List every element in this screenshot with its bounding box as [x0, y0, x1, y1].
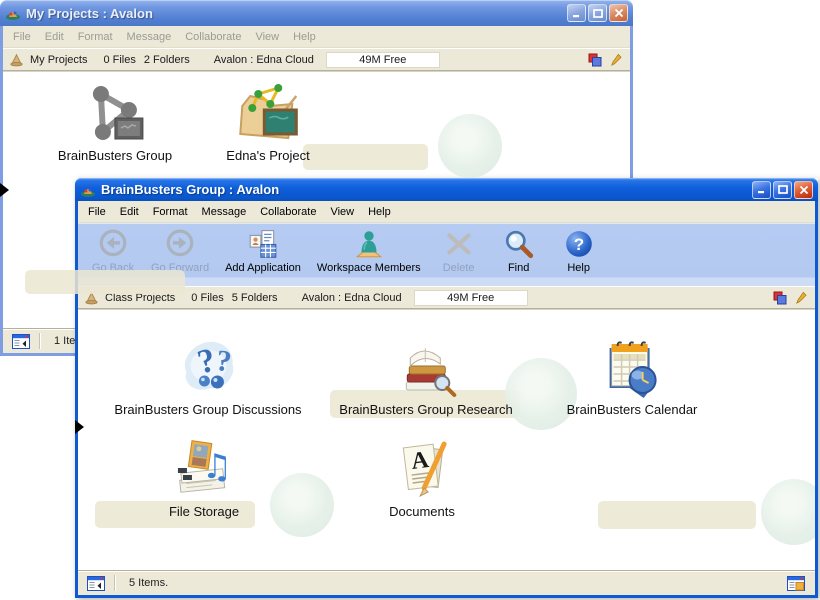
- pencil-edit-icon[interactable]: [794, 291, 807, 305]
- watermark-circle: [438, 114, 502, 178]
- svg-text:?: ?: [573, 235, 583, 254]
- item-label: BrainBusters Group: [58, 148, 172, 163]
- statusbar-brainbusters: 5 Items.: [78, 570, 815, 595]
- folder-count: 5 Folders: [232, 292, 278, 304]
- go-back-icon: [96, 229, 130, 261]
- close-button[interactable]: [609, 4, 628, 22]
- go-forward-icon: [163, 229, 197, 261]
- help-button[interactable]: ? Help: [552, 228, 606, 275]
- go-back-button[interactable]: Go Back: [86, 228, 140, 275]
- free-space-box: 49M Free: [326, 52, 440, 68]
- item-label: Edna's Project: [226, 148, 309, 163]
- menu-edit[interactable]: Edit: [38, 28, 71, 46]
- menubar: File Edit Format Message Collaborate Vie…: [3, 26, 630, 48]
- menu-message[interactable]: Message: [120, 28, 179, 46]
- window-brainbusters-group: BrainBusters Group : Avalon File Edit Fo…: [75, 178, 818, 598]
- watermark-rect: [25, 270, 185, 294]
- watermark-rect: [303, 144, 428, 170]
- folder-item-documents[interactable]: A Documents: [389, 438, 455, 519]
- app-icon: [5, 5, 21, 21]
- folder-item-file-storage[interactable]: ♫ File Storage: [169, 438, 239, 519]
- sidebar-toggle-icon[interactable]: [12, 334, 30, 349]
- folder-count: 2 Folders: [144, 54, 190, 66]
- maximize-button[interactable]: [588, 4, 607, 22]
- menu-format[interactable]: Format: [71, 28, 120, 46]
- calendar-icon: [600, 336, 664, 400]
- menu-view[interactable]: View: [248, 28, 286, 46]
- add-application-button[interactable]: Add Application: [220, 228, 306, 275]
- minimize-button[interactable]: [752, 181, 771, 199]
- menu-view[interactable]: View: [323, 203, 361, 221]
- folder-item-research[interactable]: BrainBusters Group Research: [339, 336, 512, 417]
- svg-text:♫: ♫: [202, 447, 232, 487]
- desktop: My Projects : Avalon File Edit Format Me…: [0, 0, 820, 600]
- menu-file[interactable]: File: [81, 203, 113, 221]
- file-storage-icon: ♫: [172, 438, 236, 502]
- location-bar: My Projects 0 Files 2 Folders Avalon : E…: [3, 48, 630, 71]
- watermark-rect: [598, 501, 756, 529]
- menubar: File Edit Format Message Collaborate Vie…: [78, 201, 815, 223]
- file-count: 0 Files: [103, 54, 135, 66]
- menu-help[interactable]: Help: [361, 203, 398, 221]
- cloud-name: Avalon : Edna Cloud: [302, 292, 402, 304]
- workspace-members-icon: [352, 229, 386, 261]
- go-forward-button[interactable]: Go Forward: [146, 228, 214, 275]
- cloud-name: Avalon : Edna Cloud: [214, 54, 314, 66]
- discussions-icon: ? ?: [176, 336, 240, 400]
- toolbar: Go Back Go Forward: [78, 223, 815, 286]
- app-icon: [80, 182, 96, 198]
- delete-icon: [442, 229, 476, 261]
- find-icon: [502, 229, 536, 261]
- close-button[interactable]: [794, 181, 813, 199]
- help-icon: ?: [562, 229, 596, 261]
- file-count: 0 Files: [191, 292, 223, 304]
- documents-icon: A: [390, 438, 454, 502]
- item-label: Documents: [389, 504, 455, 519]
- folder-view-class-projects: ? ? BrainBusters Group Discussions: [78, 309, 815, 570]
- details-panel-icon[interactable]: [787, 576, 805, 591]
- research-icon: [394, 336, 458, 400]
- copy-icon[interactable]: [588, 53, 602, 67]
- workspace-members-button[interactable]: Workspace Members: [312, 228, 426, 275]
- add-application-icon: [246, 229, 280, 261]
- item-label: BrainBusters Group Research: [339, 402, 512, 417]
- menu-collaborate[interactable]: Collaborate: [253, 203, 323, 221]
- window-title: BrainBusters Group : Avalon: [101, 182, 750, 197]
- free-space-box: 49M Free: [414, 290, 528, 306]
- maximize-button[interactable]: [773, 181, 792, 199]
- menu-format[interactable]: Format: [146, 203, 195, 221]
- item-count-status: 5 Items.: [115, 577, 777, 589]
- menu-message[interactable]: Message: [195, 203, 254, 221]
- folder-location-icon: [9, 52, 24, 67]
- menu-help[interactable]: Help: [286, 28, 323, 46]
- item-label: File Storage: [169, 504, 239, 519]
- folder-item-discussions[interactable]: ? ? BrainBusters Group Discussions: [114, 336, 301, 417]
- sidebar-toggle-icon[interactable]: [87, 576, 105, 591]
- project-folder-icon: [236, 82, 300, 146]
- sidebar-expand-handle[interactable]: [75, 420, 84, 434]
- pencil-edit-icon[interactable]: [609, 53, 622, 67]
- item-label: BrainBusters Calendar: [567, 402, 698, 417]
- menu-file[interactable]: File: [6, 28, 38, 46]
- location-name: My Projects: [30, 54, 87, 66]
- folder-item-calendar[interactable]: BrainBusters Calendar: [567, 336, 698, 417]
- sidebar-expand-handle[interactable]: [0, 183, 9, 197]
- titlebar-my-projects[interactable]: My Projects : Avalon: [0, 0, 633, 26]
- folder-item-ednas-project[interactable]: Edna's Project: [226, 82, 309, 163]
- folder-item-brainbusters-group[interactable]: BrainBusters Group: [58, 82, 172, 163]
- menu-collaborate[interactable]: Collaborate: [178, 28, 248, 46]
- delete-button[interactable]: Delete: [432, 228, 486, 275]
- find-button[interactable]: Find: [492, 228, 546, 275]
- menu-edit[interactable]: Edit: [113, 203, 146, 221]
- titlebar-brainbusters-group[interactable]: BrainBusters Group : Avalon: [75, 178, 818, 201]
- watermark-circle: [270, 473, 334, 537]
- watermark-circle: [761, 479, 815, 545]
- window-title: My Projects : Avalon: [26, 6, 565, 21]
- item-label: BrainBusters Group Discussions: [114, 402, 301, 417]
- minimize-button[interactable]: [567, 4, 586, 22]
- copy-icon[interactable]: [773, 291, 787, 305]
- network-graph-icon: [83, 82, 147, 146]
- location-bar: Class Projects 0 Files 5 Folders Avalon …: [78, 286, 815, 309]
